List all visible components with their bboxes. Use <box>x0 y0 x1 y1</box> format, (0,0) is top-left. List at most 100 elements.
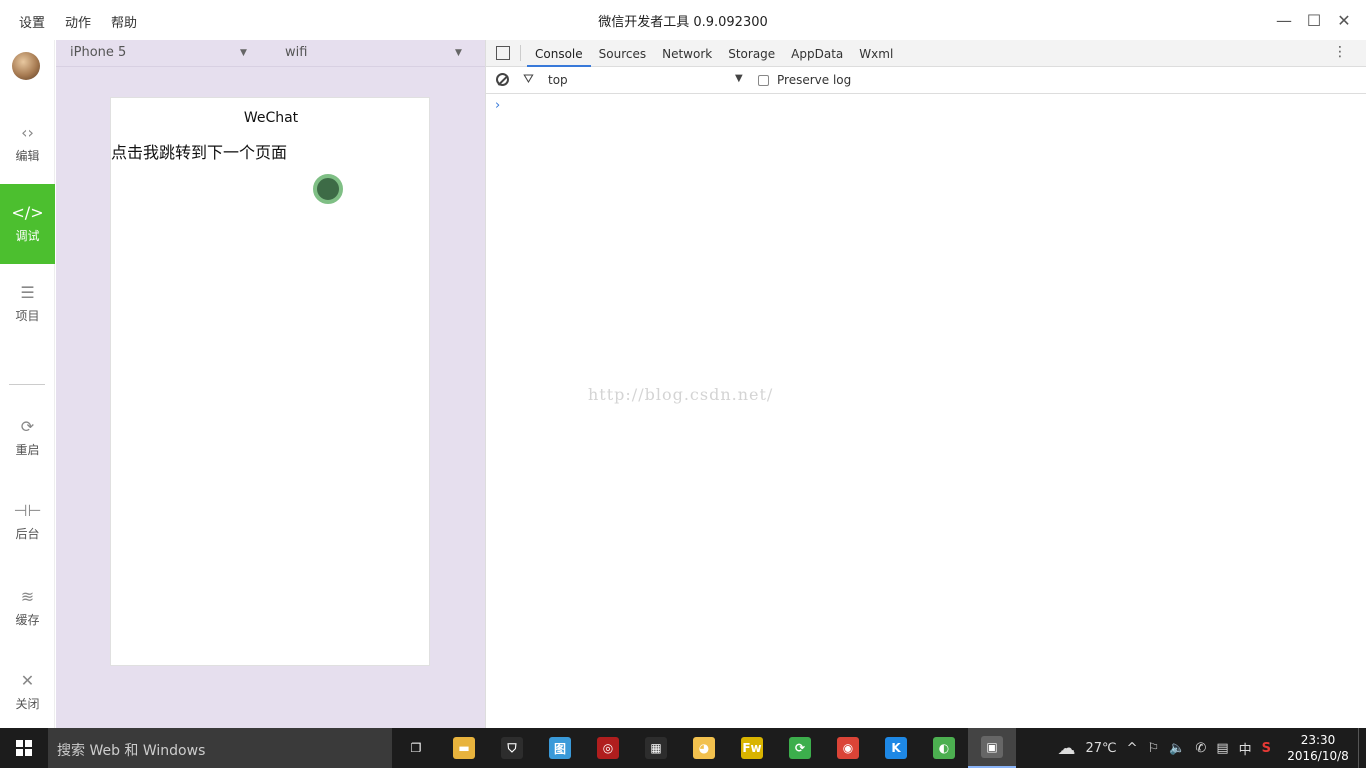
simulator-toolbar: iPhone 5 ▼ wifi ▼ <box>56 40 485 67</box>
fireworks-icon: Fw <box>741 737 763 759</box>
touch-cursor-icon <box>313 174 343 204</box>
paint-icon: ◕ <box>693 737 715 759</box>
taskbar-app[interactable]: ◎ <box>584 728 632 768</box>
app-red-icon: ◎ <box>597 737 619 759</box>
checkbox-box[interactable] <box>758 74 769 86</box>
debug-code-icon: </> <box>11 202 44 222</box>
taskbar-app[interactable]: ◐ <box>920 728 968 768</box>
console-scrollbar[interactable] <box>1356 94 1366 728</box>
more-options-icon[interactable]: ⋮ <box>1333 44 1347 60</box>
app-blue-icon: 图 <box>549 737 571 759</box>
preserve-log-checkbox[interactable]: Preserve log <box>758 73 851 87</box>
device-select-value: iPhone 5 <box>70 45 127 60</box>
volume-icon[interactable]: 🔈 <box>1169 741 1185 756</box>
task-view-icon: ❐ <box>405 737 427 759</box>
taskbar-app[interactable]: ◕ <box>680 728 728 768</box>
minimize-button[interactable]: — <box>1272 6 1296 34</box>
wifi-icon[interactable]: ✆ <box>1195 741 1206 756</box>
calculator-icon: ▦ <box>645 737 667 759</box>
taskbar-app[interactable]: Fw <box>728 728 776 768</box>
taskbar-app[interactable]: ❐ <box>392 728 440 768</box>
window-controls: — ☐ ✕ <box>1272 6 1356 34</box>
sidebar-item-background[interactable]: ⊣⊢ 后台 <box>0 482 55 562</box>
sidebar-item-cache[interactable]: ≋ 缓存 <box>0 568 55 648</box>
console-toolbar: ⛛ top ▼ Preserve log <box>486 67 1366 94</box>
devtools-panel: Console Sources Network Storage AppData … <box>485 40 1366 728</box>
device-select[interactable]: iPhone 5 ▼ <box>70 45 250 60</box>
taskbar-app[interactable]: ▦ <box>632 728 680 768</box>
network-select-value: wifi <box>285 45 308 60</box>
tray-chevron-icon[interactable]: ^ <box>1127 741 1138 756</box>
wechat-devtool-icon: ▣ <box>981 736 1003 758</box>
taskbar-app[interactable]: ◉ <box>824 728 872 768</box>
sidebar-item-label: 调试 <box>15 228 40 243</box>
sidebar-item-debug[interactable]: </> 调试 <box>0 184 55 264</box>
sidebar-item-label: 缓存 <box>15 612 40 627</box>
chevron-down-icon[interactable]: ▼ <box>735 73 743 84</box>
restart-icon: ⟳ <box>20 416 35 436</box>
taskbar-app[interactable]: K <box>872 728 920 768</box>
windows-logo-icon <box>16 740 32 756</box>
temperature[interactable]: 27℃ <box>1086 741 1117 756</box>
tab-appdata[interactable]: AppData <box>783 40 851 67</box>
taskbar-search[interactable]: 搜索 Web 和 Windows <box>48 728 392 768</box>
sidebar-item-label: 重启 <box>15 442 40 457</box>
clock[interactable]: 23:30 2016/10/8 <box>1282 732 1354 764</box>
sidebar-item-edit[interactable]: ‹› 编辑 <box>0 104 55 184</box>
layers-icon: ≋ <box>20 586 35 606</box>
chrome-icon: ◉ <box>837 737 859 759</box>
simulator-panel: iPhone 5 ▼ wifi ▼ WeChat 点击我跳转到下一个页面 <box>56 40 485 728</box>
sync-icon: ⟳ <box>789 737 811 759</box>
start-button[interactable] <box>0 728 48 768</box>
maximize-button[interactable]: ☐ <box>1302 6 1326 34</box>
tab-network[interactable]: Network <box>654 40 720 67</box>
sidebar-item-project[interactable]: ☰ 项目 <box>0 264 55 344</box>
sidebar-item-label: 编辑 <box>15 148 40 163</box>
ime-indicator[interactable]: 中 <box>1239 739 1252 758</box>
taskbar-app[interactable]: ⟳ <box>776 728 824 768</box>
avatar[interactable] <box>12 52 40 80</box>
clear-console-icon[interactable] <box>496 73 509 86</box>
sidebar-item-label: 后台 <box>15 526 40 541</box>
close-icon: ✕ <box>20 670 35 690</box>
taskbar-app[interactable]: 图 <box>536 728 584 768</box>
weather-icon[interactable]: ☁ <box>1058 738 1076 759</box>
background-icon: ⊣⊢ <box>13 500 42 520</box>
console-prompt[interactable]: › <box>495 98 500 113</box>
toolbar-divider <box>520 45 521 61</box>
taskbar-app[interactable]: ▬ <box>440 728 488 768</box>
taskbar: 搜索 Web 和 Windows ❐ ▬ ⛉ 图 ◎ ▦ ◕ Fw ⟳ ◉ K ◐ ▣ ☁ 27℃ ^ … <box>0 728 1366 768</box>
notification-icon[interactable]: ▤ <box>1216 741 1228 756</box>
preserve-log-label: Preserve log <box>777 73 852 87</box>
file-explorer-icon: ▬ <box>453 737 475 759</box>
taskbar-app[interactable]: ▣ <box>968 728 1016 768</box>
k-app-icon: K <box>885 737 907 759</box>
phone-screen: WeChat 点击我跳转到下一个页面 <box>110 97 430 666</box>
store-icon: ⛉ <box>501 737 523 759</box>
window-title: 微信开发者工具 0.9.092300 <box>598 15 768 30</box>
network-select[interactable]: wifi ▼ <box>285 45 465 60</box>
chevron-down-icon: ▼ <box>240 47 247 58</box>
tab-wxml[interactable]: Wxml <box>851 40 901 67</box>
close-window-button[interactable]: ✕ <box>1332 6 1356 34</box>
tray-app-icon[interactable]: ⚐ <box>1148 741 1160 756</box>
sidebar-item-close[interactable]: ✕ 关闭 <box>0 652 55 732</box>
tab-storage[interactable]: Storage <box>720 40 783 67</box>
clock-time: 23:30 <box>1300 733 1336 747</box>
navigate-link[interactable]: 点击我跳转到下一个页面 <box>111 139 287 163</box>
sidebar-item-restart[interactable]: ⟳ 重启 <box>0 398 55 478</box>
chevron-down-icon: ▼ <box>455 47 462 58</box>
context-select-value[interactable]: top <box>548 73 568 87</box>
taskbar-apps: ❐ ▬ ⛉ 图 ◎ ▦ ◕ Fw ⟳ ◉ K ◐ ▣ <box>392 728 1016 768</box>
tab-sources[interactable]: Sources <box>591 40 654 67</box>
page-title: WeChat <box>243 110 299 126</box>
title-bar: 设置 动作 帮助 微信开发者工具 0.9.092300 — ☐ ✕ <box>0 0 1366 40</box>
inspect-element-icon[interactable] <box>496 46 510 60</box>
filter-icon[interactable]: ⛛ <box>523 72 534 87</box>
tab-console[interactable]: Console <box>527 40 591 67</box>
taskbar-app[interactable]: ⛉ <box>488 728 536 768</box>
show-desktop-button[interactable] <box>1358 728 1366 768</box>
menu-lines-icon: ☰ <box>20 282 35 302</box>
code-box-icon: ‹› <box>21 122 34 142</box>
sogou-ime-icon[interactable]: S <box>1262 741 1271 756</box>
